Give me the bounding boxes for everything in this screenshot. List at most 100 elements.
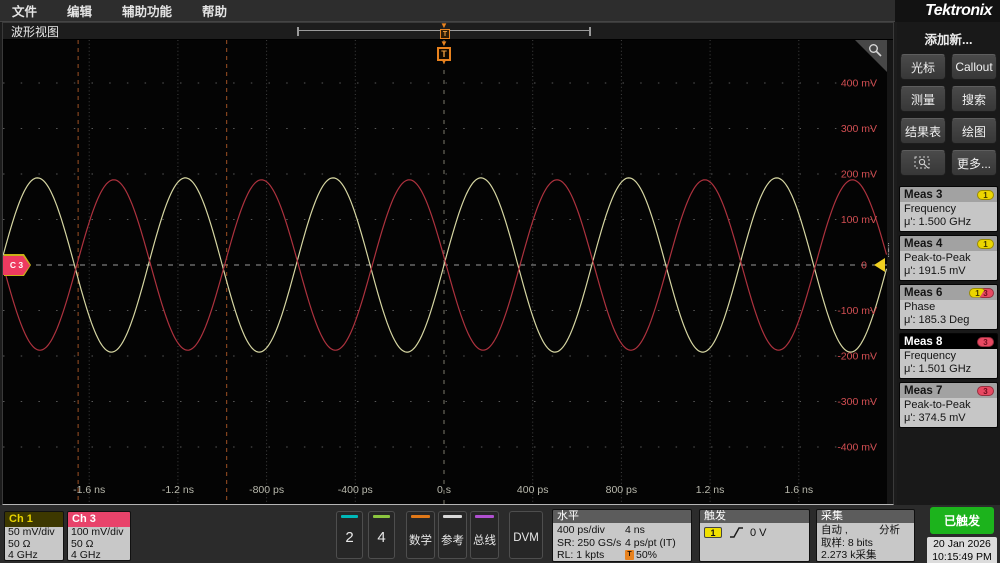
acquisition-count: 2.273 k采集: [821, 549, 877, 561]
trigger-arrow-icon: ▼: [440, 40, 448, 48]
source-badges: 13: [969, 287, 994, 298]
acquisition-mode: 自动 ,: [821, 524, 848, 536]
acquisition-sample-bits: 取样: 8 bits: [821, 536, 873, 549]
trigger-level-value: 0 V: [750, 526, 767, 539]
svg-text:-1.2 ns: -1.2 ns: [162, 484, 194, 496]
channel-3-reference-marker[interactable]: C 3: [3, 254, 33, 278]
bus-button[interactable]: 总线: [470, 511, 499, 559]
trigger-panel-title: 触发: [700, 510, 809, 523]
sample-rate: SR: 250 GS/s: [557, 536, 622, 549]
waveform-view-window: 波形视图 ▼ T 400 mV 300 mV 200 mV 100 mV 0 -100 m…: [2, 21, 894, 505]
acquisition-panel-title: 采集: [817, 510, 914, 523]
right-sidebar: 添加新... 光标 Callout 测量 搜索 结果表 绘图 更多... Mea…: [897, 22, 1000, 505]
math-color-bar: [411, 515, 430, 518]
measurement-value: μ': 1.501 GHz: [904, 363, 972, 375]
waveform-tab-strip: 波形视图 ▼ T: [3, 21, 893, 41]
horizontal-scale: 400 ps/div: [557, 524, 605, 536]
trigger-status-indicator[interactable]: 已触发: [930, 507, 994, 534]
search-button[interactable]: 搜索: [951, 86, 997, 112]
trigger-settings-panel[interactable]: 触发 1 0 V: [699, 509, 810, 562]
svg-text:400 ps: 400 ps: [517, 484, 549, 496]
svg-text:-1.6 ns: -1.6 ns: [73, 484, 105, 496]
measurement-badge-meas3[interactable]: Meas 3 1 Frequency μ': 1.500 GHz: [899, 186, 998, 232]
acquisition-settings-panel[interactable]: 采集 自动 , 分析 取样: 8 bits 2.273 k采集: [816, 509, 915, 562]
channel-1-bandwidth: 4 GHz: [8, 549, 38, 561]
measurement-type: Frequency: [904, 203, 956, 215]
horizontal-panel-title: 水平: [553, 510, 691, 523]
channel-1-scale: 50 mV/div: [8, 526, 55, 538]
measurement-badge-meas8[interactable]: Meas 8 3 Frequency μ': 1.501 GHz: [899, 333, 998, 379]
svg-text:0: 0: [861, 260, 867, 272]
reference-button[interactable]: 参考: [438, 511, 467, 559]
channel-2-button[interactable]: 2: [336, 511, 363, 559]
source-badges: 3: [977, 385, 994, 396]
callout-button[interactable]: Callout: [951, 54, 997, 80]
svg-text:-400 ps: -400 ps: [338, 484, 373, 496]
tab-waveform-view[interactable]: 波形视图: [3, 24, 59, 41]
svg-text:1.2 ns: 1.2 ns: [696, 484, 725, 496]
graticule[interactable]: 400 mV 300 mV 200 mV 100 mV 0 -100 mV -200 mV -…: [3, 40, 893, 504]
measurement-badge-list: Meas 3 1 Frequency μ': 1.500 GHz Meas 4 1 …: [899, 186, 998, 428]
measurement-type: Phase: [904, 301, 936, 313]
menu-edit[interactable]: 编辑: [67, 1, 92, 20]
menu-file[interactable]: 文件: [12, 1, 37, 20]
record-length: RL: 1 kpts: [557, 549, 605, 561]
measure-button[interactable]: 测量: [900, 86, 946, 112]
svg-text:800 ps: 800 ps: [606, 484, 638, 496]
svg-text:-300 mV: -300 mV: [837, 396, 877, 408]
measurement-name: Meas 8: [904, 335, 943, 348]
plot-button[interactable]: 绘图: [951, 118, 997, 144]
bottom-settings-bar: Ch 1 50 mV/div 50 Ω 4 GHz Ch 3 100 mV/di…: [0, 505, 1000, 563]
channel-3-badge[interactable]: Ch 3 100 mV/div 50 Ω 4 GHz: [67, 511, 131, 561]
trigger-position-mini-flag[interactable]: T: [440, 29, 450, 39]
bus-color-bar: [475, 515, 494, 518]
capture-zoom-button[interactable]: [900, 150, 946, 176]
oscilloscope-screen: 文件 编辑 辅助功能 帮助 Tektronix 波形视图 ▼ T 400 mV 3…: [0, 0, 1000, 563]
plot-right-gutter: [887, 40, 893, 504]
trigger-t-flag: T: [437, 47, 451, 61]
sample-interval: 4 ps/pt (IT): [625, 536, 676, 549]
measurement-badge-meas4[interactable]: Meas 4 1 Peak-to-Peak μ': 191.5 mV: [899, 235, 998, 281]
measurement-badge-meas6[interactable]: Meas 6 13 Phase μ': 185.3 Deg: [899, 284, 998, 330]
measurement-name: Meas 7: [904, 384, 943, 397]
trigger-position-icon: T: [625, 550, 634, 561]
svg-text:300 mV: 300 mV: [841, 123, 877, 135]
svg-text:-400 mV: -400 mV: [837, 442, 877, 454]
datetime-badge[interactable]: 20 Jan 2026 10:15:49 PM: [927, 537, 997, 563]
trigger-position-percent: 50%: [636, 549, 658, 561]
measurement-name: Meas 4: [904, 237, 943, 250]
trigger-level-arrow[interactable]: [874, 258, 885, 272]
menu-utility[interactable]: 辅助功能: [122, 1, 172, 20]
rising-edge-icon: [730, 527, 743, 538]
add-new-label: 添加新...: [924, 33, 973, 47]
cursor-button[interactable]: 光标: [900, 54, 946, 80]
svg-text:1.6 ns: 1.6 ns: [784, 484, 813, 496]
results-table-button[interactable]: 结果表: [900, 118, 946, 144]
measurement-type: Frequency: [904, 350, 956, 362]
trigger-position-flag[interactable]: ▼ T ▼: [435, 40, 453, 66]
measurement-value: μ': 1.500 GHz: [904, 216, 972, 228]
measurement-type: Peak-to-Peak: [904, 252, 971, 264]
svg-text:-200 mV: -200 mV: [837, 351, 877, 363]
horizontal-settings-panel[interactable]: 水平 400 ps/div 4 ns SR: 250 GS/s 4 ps/pt (I…: [552, 509, 692, 562]
measurement-badge-meas7[interactable]: Meas 7 3 Peak-to-Peak μ': 374.5 mV: [899, 382, 998, 428]
source-badges: 1: [977, 238, 994, 249]
trigger-source-badge: 1: [704, 527, 722, 538]
acquisition-analysis: 分析: [879, 524, 900, 536]
channel-1-badge[interactable]: Ch 1 50 mV/div 50 Ω 4 GHz: [4, 511, 64, 561]
svg-text:100 mV: 100 mV: [841, 214, 877, 226]
channel-3-scale: 100 mV/div: [71, 526, 124, 538]
source-badges: 3: [977, 336, 994, 347]
trigger-arrow-small-icon: ▼: [441, 60, 447, 66]
panel-drag-handle-icon[interactable]: ⁞ ⁞: [887, 243, 893, 260]
menu-bar: 文件 编辑 辅助功能 帮助: [0, 0, 895, 22]
menu-help[interactable]: 帮助: [202, 1, 227, 20]
capture-zoom-icon: [914, 156, 930, 169]
measurement-value: μ': 191.5 mV: [904, 265, 966, 277]
dvm-button[interactable]: DVM: [509, 511, 543, 559]
horizontal-window: 4 ns: [625, 524, 645, 536]
channel-4-button[interactable]: 4: [368, 511, 395, 559]
math-button[interactable]: 数学: [406, 511, 435, 559]
time-label: 10:15:49 PM: [932, 551, 992, 563]
more-button[interactable]: 更多...: [951, 150, 997, 176]
